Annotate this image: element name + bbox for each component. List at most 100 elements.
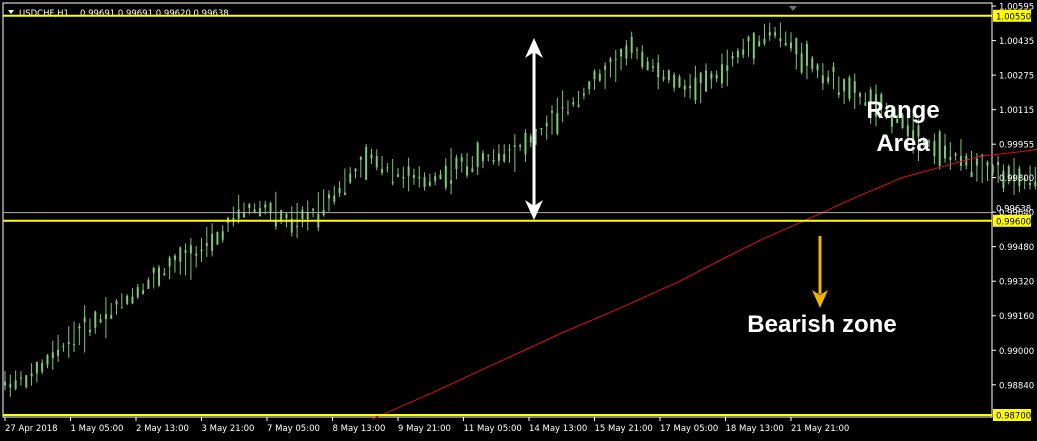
- candle-body: [274, 221, 277, 227]
- candle-body: [450, 180, 453, 184]
- candle-body: [434, 175, 437, 182]
- price-tick-label: 0.99320: [999, 278, 1034, 288]
- candle-body: [338, 187, 341, 194]
- price-tick-label: 1.00115: [999, 106, 1034, 116]
- candle-body: [731, 55, 734, 59]
- candle-body: [205, 243, 208, 246]
- candle-body: [14, 380, 17, 389]
- candle-body: [800, 53, 803, 73]
- candle-body: [83, 317, 86, 323]
- candle-body: [333, 195, 336, 202]
- price-tick-label: 0.99955: [999, 141, 1034, 151]
- candle-body: [280, 210, 283, 221]
- time-tick-label: 2 May 13:00: [136, 424, 189, 434]
- candle-body: [481, 153, 484, 162]
- candle-body: [306, 212, 309, 220]
- candle-body: [115, 301, 118, 305]
- candle-body: [163, 273, 166, 276]
- chart-canvas: USDCHF,H1 0.99691 0.99691 0.99620 0.9963…: [0, 0, 1037, 441]
- time-tick-label: 3 May 21:00: [202, 424, 255, 434]
- candle-body: [354, 168, 357, 172]
- time-tick-label: 17 May 05:00: [660, 424, 718, 434]
- time-tick-label: 1 May 05:00: [71, 424, 124, 434]
- candle-body: [848, 77, 851, 99]
- ohlc-readout: 0.99691 0.99691 0.99620 0.99638: [80, 9, 229, 19]
- candle-body: [556, 112, 559, 134]
- candle-body: [471, 168, 474, 173]
- candle-body: [78, 326, 81, 329]
- bearish-zone-label: Bearish zone: [747, 311, 896, 338]
- candle-body: [147, 280, 150, 289]
- price-tick-label: 0.99480: [999, 243, 1034, 253]
- candle-body: [736, 50, 739, 58]
- candle-body: [142, 290, 145, 294]
- candle-body: [359, 156, 362, 160]
- candle-body: [705, 70, 708, 92]
- candle-body: [173, 255, 176, 261]
- price-tick-label: 0.98840: [999, 381, 1034, 391]
- candle-body: [651, 66, 654, 68]
- candle-body: [4, 381, 6, 386]
- candle-body: [381, 168, 384, 173]
- candle-body: [949, 157, 952, 160]
- candle-body: [296, 226, 299, 228]
- candle-body: [492, 160, 495, 162]
- candle-body: [577, 104, 580, 107]
- candle-body: [683, 85, 686, 90]
- candle-body: [933, 141, 936, 157]
- candle-body: [375, 155, 378, 168]
- candle-body: [397, 174, 399, 177]
- candle-body: [30, 373, 33, 377]
- candle-body: [503, 154, 506, 162]
- candle-body: [795, 38, 798, 55]
- candle-body: [997, 162, 1000, 166]
- candle-body: [694, 77, 697, 101]
- level-price-label: 1.00550: [996, 12, 1031, 22]
- candle-body: [51, 352, 54, 359]
- candle-body: [938, 131, 941, 167]
- symbol-label: USDCHF,H1: [19, 9, 69, 19]
- candle-body: [816, 64, 819, 71]
- candle-body: [635, 49, 638, 51]
- candle-body: [667, 70, 670, 81]
- candle-body: [46, 355, 49, 365]
- candle-body: [529, 136, 532, 143]
- candle-body: [211, 234, 214, 251]
- price-tick-label: 1.00595: [999, 3, 1034, 13]
- time-tick-label: 15 May 21:00: [595, 424, 653, 434]
- candle-body: [57, 349, 60, 356]
- candle-body: [699, 72, 702, 84]
- candle-body: [572, 102, 575, 105]
- candle-body: [811, 58, 814, 69]
- candle-body: [418, 176, 421, 179]
- candle-body: [184, 250, 187, 253]
- candle-body: [402, 176, 405, 179]
- candle-body: [641, 51, 644, 67]
- candle-body: [120, 307, 123, 309]
- candle-body: [720, 64, 723, 84]
- candle-body: [264, 204, 267, 208]
- candle-body: [428, 181, 431, 186]
- time-tick-label: 18 May 13:00: [726, 424, 784, 434]
- candle-body: [439, 174, 442, 180]
- candle-body: [476, 142, 479, 167]
- level-price-label: 0.99600: [996, 217, 1031, 227]
- candle-body: [604, 65, 607, 70]
- candle-body: [832, 66, 835, 73]
- candle-body: [391, 181, 394, 184]
- candle-body: [545, 122, 548, 127]
- candle-body: [566, 111, 569, 113]
- time-tick-label: 27 Apr 2018: [5, 424, 58, 434]
- candle-body: [62, 345, 65, 347]
- candle-body: [710, 73, 713, 79]
- candle-body: [104, 314, 107, 319]
- candle-body: [99, 319, 102, 323]
- candle-body: [242, 212, 245, 218]
- price-tick-label: 0.99160: [999, 312, 1034, 322]
- candle-body: [774, 32, 777, 36]
- candle-body: [158, 267, 161, 286]
- candle-body: [487, 155, 490, 157]
- candle-body: [200, 249, 203, 252]
- candle-body: [110, 314, 113, 319]
- candle-body: [551, 111, 554, 113]
